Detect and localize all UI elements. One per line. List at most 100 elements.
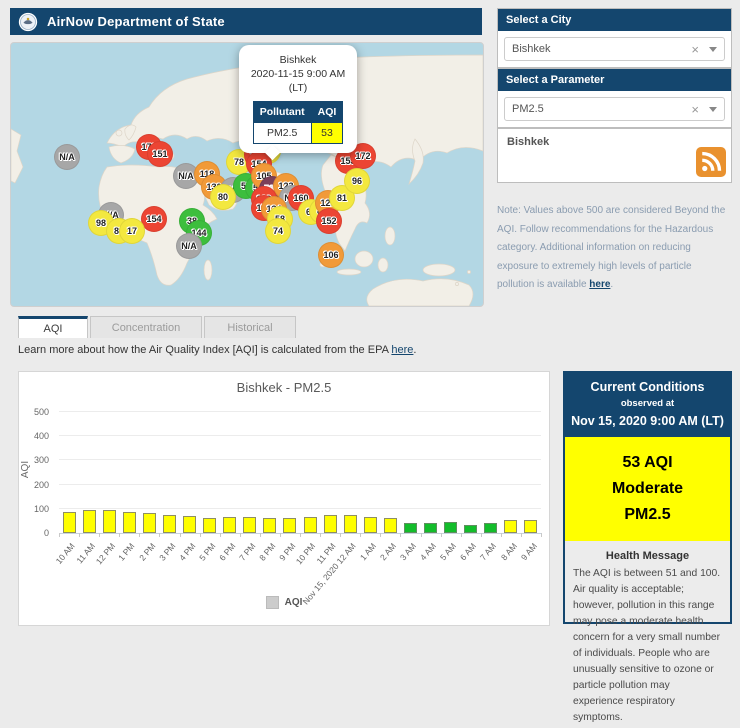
feed-city-label: Bishkek <box>507 136 550 148</box>
popup-aqi-value: 53 <box>310 121 344 144</box>
x-axis-label: 5 AM <box>438 541 459 563</box>
map-marker-na[interactable]: N/A <box>176 233 202 259</box>
y-tick-label: 400 <box>33 431 49 442</box>
conditions-title: Current Conditions <box>590 380 705 394</box>
rss-feed-box: Bishkek <box>497 128 732 183</box>
chart-bar <box>243 516 257 533</box>
chart-bar <box>263 517 277 533</box>
city-select-value: Bishkek <box>512 43 551 55</box>
y-tick-label: 500 <box>33 407 49 417</box>
city-clear-icon[interactable]: × <box>691 43 699 56</box>
y-tick-label: 0 <box>43 528 49 538</box>
popup-datetime: 2020-11-15 9:00 AM <box>250 68 346 81</box>
map-marker-152[interactable]: 152 <box>316 208 342 234</box>
note-here-link[interactable]: here <box>589 279 610 290</box>
chart-bar <box>383 518 397 533</box>
x-axis-tick <box>300 533 301 537</box>
parameter-clear-icon[interactable]: × <box>691 103 699 116</box>
y-tick-label: 100 <box>33 503 49 514</box>
conditions-aqi-value: 53 AQI <box>622 454 673 472</box>
x-axis-label: 4 PM <box>176 541 198 563</box>
x-axis-label: 2 PM <box>136 541 158 563</box>
conditions-parameter: PM2.5 <box>624 506 671 524</box>
chart-bar <box>122 511 136 533</box>
city-panel-header: Select a City <box>498 9 731 31</box>
chart-bar <box>183 515 197 533</box>
map-marker-17[interactable]: 17 <box>119 218 145 244</box>
x-axis-tick <box>119 533 121 537</box>
city-select[interactable]: Bishkek × <box>504 37 725 61</box>
x-axis-tick <box>279 533 281 537</box>
map-marker-154[interactable]: 154 <box>141 206 167 232</box>
chart-legend[interactable]: AQI <box>19 596 549 609</box>
map-popup: Bishkek 2020-11-15 9:00 AM (LT) Pollutan… <box>239 45 357 161</box>
chart-bar <box>504 520 518 533</box>
y-tick-label: 200 <box>33 479 49 490</box>
x-axis-tick <box>239 533 241 537</box>
conditions-category: Moderate <box>611 480 684 498</box>
x-axis-tick <box>420 533 422 537</box>
x-axis-label: 3 AM <box>398 541 419 563</box>
parameter-select[interactable]: PM2.5 × <box>504 97 725 121</box>
x-axis-label: 5 PM <box>196 541 218 563</box>
chart-bar <box>82 509 96 533</box>
x-axis-label: 3 PM <box>156 541 178 563</box>
chart-bar <box>424 522 438 533</box>
x-axis-tick <box>159 533 161 537</box>
conditions-aqi-block: 53 AQI Moderate PM2.5 <box>565 437 730 542</box>
popup-timezone: (LT) <box>288 82 308 95</box>
epa-here-link[interactable]: here <box>391 344 413 356</box>
x-axis-tick <box>480 533 482 537</box>
world-aqi-map[interactable]: N/A173151N/A11813078N/A52508038144N/A154… <box>10 42 484 307</box>
x-axis-tick <box>139 533 141 537</box>
epa-info-line: Learn more about how the Air Quality Ind… <box>18 344 416 356</box>
x-axis-tick <box>520 533 522 537</box>
x-axis-tick <box>400 533 402 537</box>
x-axis-label: 7 PM <box>237 541 258 563</box>
map-marker-74[interactable]: 74 <box>265 218 291 244</box>
chart-bar <box>102 509 116 533</box>
map-marker-na[interactable]: N/A <box>54 144 80 170</box>
current-conditions-panel: Current Conditions observed at Nov 15, 2… <box>563 371 732 723</box>
chart-bar <box>203 517 217 533</box>
tab-aqi[interactable]: AQI <box>18 316 88 338</box>
popup-col-pollutant: Pollutant <box>252 100 312 123</box>
map-marker-96[interactable]: 96 <box>344 168 370 194</box>
chart-bar <box>323 515 337 533</box>
chart-bar <box>142 513 156 533</box>
rss-icon[interactable] <box>696 147 726 177</box>
chart-bar <box>464 524 478 533</box>
map-marker-80[interactable]: 80 <box>210 184 236 210</box>
x-axis-label: 10 AM <box>53 541 77 566</box>
city-panel: Select a City Bishkek × <box>497 8 732 68</box>
parameter-caret-down-icon[interactable] <box>709 106 717 112</box>
x-axis-tick <box>99 533 101 537</box>
epa-text: Learn more about how the Air Quality Ind… <box>18 344 392 356</box>
chart-y-axis: 0 100 200 300 400 500 <box>19 407 53 538</box>
tab-concentration[interactable]: Concentration <box>90 316 202 338</box>
parameter-select-value: PM2.5 <box>512 103 544 115</box>
x-axis-tick <box>360 533 362 537</box>
parameter-panel-header: Select a Parameter <box>498 69 731 91</box>
x-axis-tick <box>179 533 181 537</box>
chart-bar <box>484 522 498 533</box>
popup-col-aqi: AQI <box>310 100 344 123</box>
map-marker-151[interactable]: 151 <box>147 141 173 167</box>
x-axis-tick <box>380 533 382 537</box>
x-axis-label: 10 PM <box>294 541 318 567</box>
x-axis-tick <box>320 533 322 537</box>
x-axis-tick <box>460 533 462 537</box>
conditions-header: Current Conditions observed at Nov 15, 2… <box>565 373 730 438</box>
x-axis-label: 9 AM <box>518 541 539 563</box>
chart-bar <box>303 517 317 533</box>
city-caret-down-icon[interactable] <box>709 46 717 52</box>
tab-historical[interactable]: Historical <box>204 316 296 338</box>
popup-aqi-table: Pollutant AQI PM2.5 53 <box>252 100 344 144</box>
x-axis-tick <box>500 533 502 537</box>
x-axis-label: 7 AM <box>478 541 499 563</box>
note-suffix: . <box>610 279 614 290</box>
view-tabs: AQI Concentration Historical <box>18 316 296 338</box>
black-sea <box>173 144 193 154</box>
chart-bar <box>283 517 297 533</box>
map-marker-106[interactable]: 106 <box>318 242 344 268</box>
